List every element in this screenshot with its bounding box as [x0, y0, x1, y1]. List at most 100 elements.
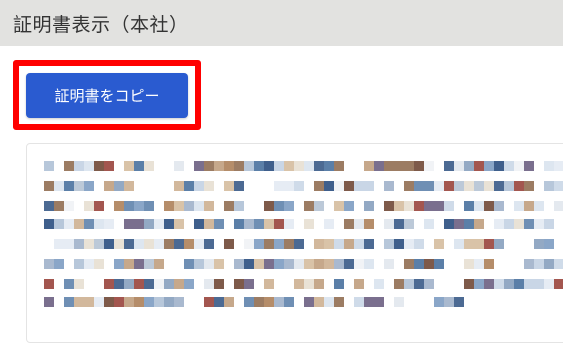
redaction-pixel [264, 161, 274, 171]
redaction-pixel [194, 181, 204, 191]
redaction-pixel [284, 239, 294, 249]
redaction-pixel [354, 219, 364, 229]
redaction-pixel [124, 279, 134, 289]
redaction-pixel [254, 297, 264, 307]
redaction-pixel [514, 181, 524, 191]
redaction-pixel [254, 259, 264, 269]
redaction-pixel [274, 219, 284, 229]
redaction-pixel [84, 239, 94, 249]
redaction-pixel [424, 161, 434, 171]
redaction-pixel [334, 239, 344, 249]
redaction-pixel [544, 161, 554, 171]
redaction-pixel [394, 161, 404, 171]
redaction-pixel [414, 181, 424, 191]
redaction-pixel [94, 201, 104, 211]
redaction-pixel [244, 239, 254, 249]
redaction-pixel [294, 259, 304, 269]
redaction-pixel [464, 239, 474, 249]
redaction-pixel [294, 239, 304, 249]
redaction-pixel [104, 239, 114, 249]
redaction-pixel [174, 297, 184, 307]
redaction-pixel [44, 219, 54, 229]
redaction-pixel [54, 259, 64, 269]
redaction-pixel [154, 239, 164, 249]
redaction-pixel [274, 181, 284, 191]
redaction-pixel [474, 279, 484, 289]
redaction-pixel [534, 219, 544, 229]
redaction-pixel [124, 201, 134, 211]
redaction-pixel [84, 201, 94, 211]
redaction-pixel [534, 259, 544, 269]
redaction-pixel [384, 201, 394, 211]
redaction-pixel [394, 219, 404, 229]
redaction-pixel [124, 181, 134, 191]
redaction-pixel [274, 259, 284, 269]
redaction-pixel [184, 279, 194, 289]
redaction-pixel [324, 297, 334, 307]
redaction-pixel [494, 219, 504, 229]
redaction-pixel [234, 219, 244, 229]
redaction-pixel [334, 259, 344, 269]
redaction-pixel [54, 239, 64, 249]
redaction-pixel [404, 161, 414, 171]
redaction-pixel [124, 219, 134, 229]
redaction-pixel [204, 201, 214, 211]
redaction-pixel [284, 219, 294, 229]
redaction-pixel [214, 219, 224, 229]
redaction-pixel [444, 201, 454, 211]
redaction-pixel [464, 161, 474, 171]
redaction-pixel [254, 239, 264, 249]
redaction-pixel [364, 201, 374, 211]
redaction-pixel [274, 201, 284, 211]
redaction-pixel [484, 181, 494, 191]
copy-certificate-button[interactable]: 証明書をコピー [26, 73, 188, 118]
redaction-pixel [354, 181, 364, 191]
redaction-pixel [244, 259, 254, 269]
redaction-pixel [484, 239, 494, 249]
redaction-pixel [494, 279, 504, 289]
redaction-pixel [454, 219, 464, 229]
redaction-pixel [434, 201, 444, 211]
redaction-pixel [154, 297, 164, 307]
redaction-pixel [64, 239, 74, 249]
redaction-pixel [354, 279, 364, 289]
redaction-pixel [214, 259, 224, 269]
redaction-pixel [374, 279, 384, 289]
redaction-pixel [194, 259, 204, 269]
redaction-pixel [54, 181, 64, 191]
redaction-pixel [84, 297, 94, 307]
redaction-pixel [504, 181, 514, 191]
redaction-pixel [394, 201, 404, 211]
redaction-pixel [134, 259, 144, 269]
redaction-pixel [494, 181, 504, 191]
redaction-pixel [384, 259, 394, 269]
redaction-pixel [284, 201, 294, 211]
redaction-pixel [554, 279, 563, 289]
redaction-pixel [274, 161, 284, 171]
redaction-pixel [134, 279, 144, 289]
redaction-pixel [184, 259, 194, 269]
redaction-pixel [164, 279, 174, 289]
redaction-pixel [274, 239, 284, 249]
redaction-pixel [144, 259, 154, 269]
redaction-pixel [524, 219, 534, 229]
redaction-pixel [144, 297, 154, 307]
redaction-pixel [394, 297, 404, 307]
redaction-pixel [404, 181, 414, 191]
redaction-pixel [174, 279, 184, 289]
redaction-pixel [364, 297, 374, 307]
redaction-pixel [394, 279, 404, 289]
redaction-pixel [374, 297, 384, 307]
redaction-pixel [404, 219, 414, 229]
redaction-pixel [114, 297, 124, 307]
certificate-content-panel[interactable] [26, 143, 563, 343]
redaction-pixel [154, 259, 164, 269]
redaction-pixel [44, 259, 54, 269]
redaction-pixel [244, 297, 254, 307]
redaction-pixel [444, 181, 454, 191]
redaction-pixel [544, 181, 554, 191]
redaction-pixel [214, 279, 224, 289]
redaction-pixel [194, 239, 204, 249]
redaction-pixel [84, 181, 94, 191]
redaction-pixel [124, 259, 134, 269]
